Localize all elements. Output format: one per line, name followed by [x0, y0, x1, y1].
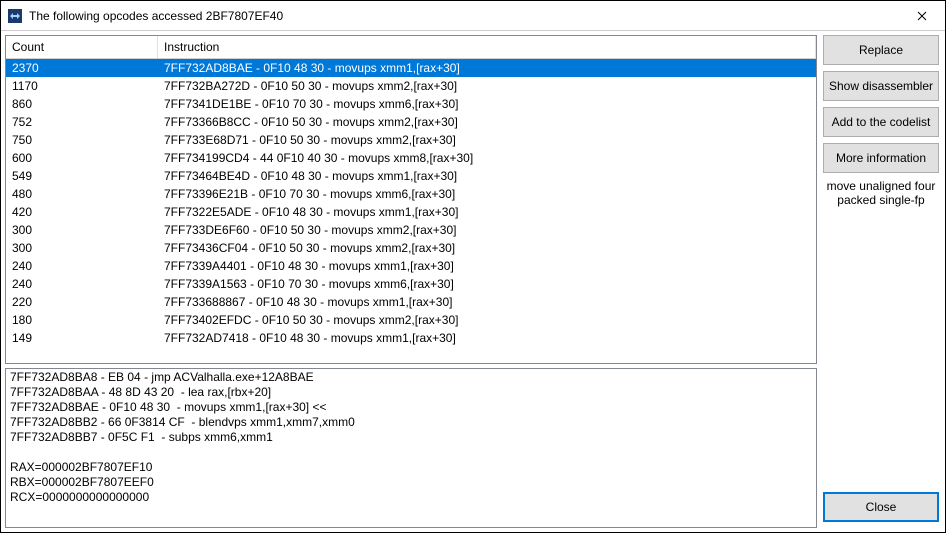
window-title: The following opcodes accessed 2BF7807EF…	[29, 9, 899, 23]
cell-instruction: 7FF732BA272D - 0F10 50 30 - movups xmm2,…	[158, 78, 816, 94]
cell-instruction: 7FF73464BE4D - 0F10 48 30 - movups xmm1,…	[158, 168, 816, 184]
table-row[interactable]: 7507FF733E68D71 - 0F10 50 30 - movups xm…	[6, 131, 816, 149]
close-icon[interactable]	[899, 1, 945, 31]
table-row[interactable]: 2407FF7339A4401 - 0F10 48 30 - movups xm…	[6, 257, 816, 275]
left-column: Count Instruction 23707FF732AD8BAE - 0F1…	[5, 35, 817, 528]
table-row[interactable]: 2207FF733688867 - 0F10 48 30 - movups xm…	[6, 293, 816, 311]
dialog-body: Count Instruction 23707FF732AD8BAE - 0F1…	[1, 31, 945, 532]
disasm-line: 7FF732AD8BAE - 0F10 48 30 - movups xmm1,…	[10, 400, 812, 415]
cell-instruction: 7FF7341DE1BE - 0F10 70 30 - movups xmm6,…	[158, 96, 816, 112]
table-row[interactable]: 5497FF73464BE4D - 0F10 48 30 - movups xm…	[6, 167, 816, 185]
table-row[interactable]: 1807FF73402EFDC - 0F10 50 30 - movups xm…	[6, 311, 816, 329]
disassembly-pane[interactable]: 7FF732AD8BA8 - EB 04 - jmp ACValhalla.ex…	[5, 368, 817, 528]
cell-count: 752	[6, 114, 158, 130]
app-icon	[7, 8, 23, 24]
cell-count: 600	[6, 150, 158, 166]
show-disassembler-button[interactable]: Show disassembler	[823, 71, 939, 101]
cell-instruction: 7FF732AD7418 - 0F10 48 30 - movups xmm1,…	[158, 330, 816, 346]
table-row[interactable]: 6007FF734199CD4 - 44 0F10 40 30 - movups…	[6, 149, 816, 167]
cell-count: 300	[6, 240, 158, 256]
cell-instruction: 7FF733E68D71 - 0F10 50 30 - movups xmm2,…	[158, 132, 816, 148]
disasm-line: 7FF732AD8BB7 - 0F5C F1 - subps xmm6,xmm1	[10, 430, 812, 445]
replace-button[interactable]: Replace	[823, 35, 939, 65]
dialog-window: The following opcodes accessed 2BF7807EF…	[0, 0, 946, 533]
more-information-button[interactable]: More information	[823, 143, 939, 173]
cell-instruction: 7FF73402EFDC - 0F10 50 30 - movups xmm2,…	[158, 312, 816, 328]
table-row[interactable]: 23707FF732AD8BAE - 0F10 48 30 - movups x…	[6, 59, 816, 77]
disasm-line: 7FF732AD8BAA - 48 8D 43 20 - lea rax,[rb…	[10, 385, 812, 400]
disasm-line: 7FF732AD8BA8 - EB 04 - jmp ACValhalla.ex…	[10, 370, 812, 385]
cell-count: 2370	[6, 60, 158, 76]
table-row[interactable]: 4807FF73396E21B - 0F10 70 30 - movups xm…	[6, 185, 816, 203]
cell-count: 549	[6, 168, 158, 184]
table-row[interactable]: 7527FF73366B8CC - 0F10 50 30 - movups xm…	[6, 113, 816, 131]
cell-instruction: 7FF73396E21B - 0F10 70 30 - movups xmm6,…	[158, 186, 816, 202]
table-row[interactable]: 4207FF7322E5ADE - 0F10 48 30 - movups xm…	[6, 203, 816, 221]
cell-count: 220	[6, 294, 158, 310]
opcode-description: move unaligned four packed single-fp	[823, 179, 939, 207]
header-count[interactable]: Count	[6, 36, 158, 58]
cell-count: 300	[6, 222, 158, 238]
table-row[interactable]: 1497FF732AD7418 - 0F10 48 30 - movups xm…	[6, 329, 816, 347]
header-instruction[interactable]: Instruction	[158, 36, 816, 58]
table-row[interactable]: 8607FF7341DE1BE - 0F10 70 30 - movups xm…	[6, 95, 816, 113]
cell-count: 860	[6, 96, 158, 112]
cell-instruction: 7FF732AD8BAE - 0F10 48 30 - movups xmm1,…	[158, 60, 816, 76]
cell-count: 240	[6, 258, 158, 274]
disasm-line: 7FF732AD8BB2 - 66 0F3814 CF - blendvps x…	[10, 415, 812, 430]
opcode-list[interactable]: Count Instruction 23707FF732AD8BAE - 0F1…	[5, 35, 817, 364]
cell-instruction: 7FF73436CF04 - 0F10 50 30 - movups xmm2,…	[158, 240, 816, 256]
table-row[interactable]: 3007FF733DE6F60 - 0F10 50 30 - movups xm…	[6, 221, 816, 239]
cell-instruction: 7FF734199CD4 - 44 0F10 40 30 - movups xm…	[158, 150, 816, 166]
cell-instruction: 7FF733DE6F60 - 0F10 50 30 - movups xmm2,…	[158, 222, 816, 238]
disasm-line: RBX=000002BF7807EEF0	[10, 475, 812, 490]
cell-count: 180	[6, 312, 158, 328]
cell-instruction: 7FF7339A1563 - 0F10 70 30 - movups xmm6,…	[158, 276, 816, 292]
cell-instruction: 7FF7339A4401 - 0F10 48 30 - movups xmm1,…	[158, 258, 816, 274]
add-to-codelist-button[interactable]: Add to the codelist	[823, 107, 939, 137]
disasm-line: RAX=000002BF7807EF10	[10, 460, 812, 475]
cell-count: 480	[6, 186, 158, 202]
spacer	[823, 207, 939, 492]
button-column: Replace Show disassembler Add to the cod…	[817, 35, 941, 528]
table-row[interactable]: 3007FF73436CF04 - 0F10 50 30 - movups xm…	[6, 239, 816, 257]
table-row[interactable]: 11707FF732BA272D - 0F10 50 30 - movups x…	[6, 77, 816, 95]
cell-instruction: 7FF733688867 - 0F10 48 30 - movups xmm1,…	[158, 294, 816, 310]
cell-count: 1170	[6, 78, 158, 94]
cell-count: 420	[6, 204, 158, 220]
cell-count: 750	[6, 132, 158, 148]
cell-instruction: 7FF7322E5ADE - 0F10 48 30 - movups xmm1,…	[158, 204, 816, 220]
list-body[interactable]: 23707FF732AD8BAE - 0F10 48 30 - movups x…	[6, 59, 816, 363]
table-row[interactable]: 2407FF7339A1563 - 0F10 70 30 - movups xm…	[6, 275, 816, 293]
disasm-line	[10, 445, 812, 460]
cell-instruction: 7FF73366B8CC - 0F10 50 30 - movups xmm2,…	[158, 114, 816, 130]
titlebar: The following opcodes accessed 2BF7807EF…	[1, 1, 945, 31]
cell-count: 240	[6, 276, 158, 292]
disasm-line: RCX=0000000000000000	[10, 490, 812, 505]
cell-count: 149	[6, 330, 158, 346]
list-header: Count Instruction	[6, 36, 816, 59]
close-button[interactable]: Close	[823, 492, 939, 522]
